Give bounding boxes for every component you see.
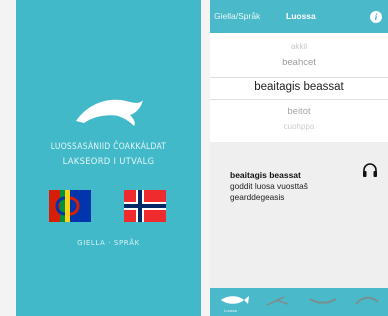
word-detail-panel: beaitagis beassat goddit luosa vuosttaš … xyxy=(210,142,388,288)
language-selector-label[interactable]: GIELLA · SPRÅK xyxy=(16,239,201,247)
word-picker[interactable]: akkil beahcet beaitagis beassat beitot c… xyxy=(210,33,388,141)
fishing-icon[interactable] xyxy=(264,294,294,306)
info-icon[interactable]: i xyxy=(370,11,382,23)
picker-divider xyxy=(210,99,388,100)
headphones-icon[interactable] xyxy=(362,162,378,178)
splash-screen: LUOSSASÁNIID ČOAKKÁLDAT LAKSEORD I UTVAL… xyxy=(16,0,201,316)
tab-label-luossa: Luossa xyxy=(224,308,237,313)
top-navigation-bar: Giella/Språk Luossa i xyxy=(210,0,388,33)
picker-item[interactable]: akkil xyxy=(210,42,388,51)
salmon-icon[interactable] xyxy=(220,294,250,306)
picker-item[interactable]: cuohppa xyxy=(210,122,388,131)
norway-flag-icon[interactable] xyxy=(124,190,166,222)
fish-logo-icon xyxy=(76,99,143,126)
sami-flag-icon[interactable] xyxy=(49,190,91,222)
bottom-tab-bar: Luossa xyxy=(210,288,388,316)
picker-item[interactable]: beahcet xyxy=(210,57,388,68)
splash-title-norwegian: LAKSEORD I UTVALG xyxy=(62,156,155,166)
tab-fish[interactable]: Luossa xyxy=(286,11,316,21)
net-icon[interactable] xyxy=(352,294,382,306)
detail-definition: goddit luosa vuosttaš gearddegeasis xyxy=(230,181,308,202)
boat-icon[interactable] xyxy=(308,294,338,306)
dictionary-screen: Giella/Språk Luossa i akkil beahcet beai… xyxy=(210,0,388,316)
picker-item[interactable]: beitot xyxy=(210,106,388,117)
detail-word: beaitagis beassat xyxy=(230,170,301,180)
picker-divider xyxy=(210,77,388,78)
splash-title-sami: LUOSSASÁNIID ČOAKKÁLDAT xyxy=(50,141,167,151)
picker-selected-item[interactable]: beaitagis beassat xyxy=(210,81,388,93)
tab-language[interactable]: Giella/Språk xyxy=(214,11,260,21)
